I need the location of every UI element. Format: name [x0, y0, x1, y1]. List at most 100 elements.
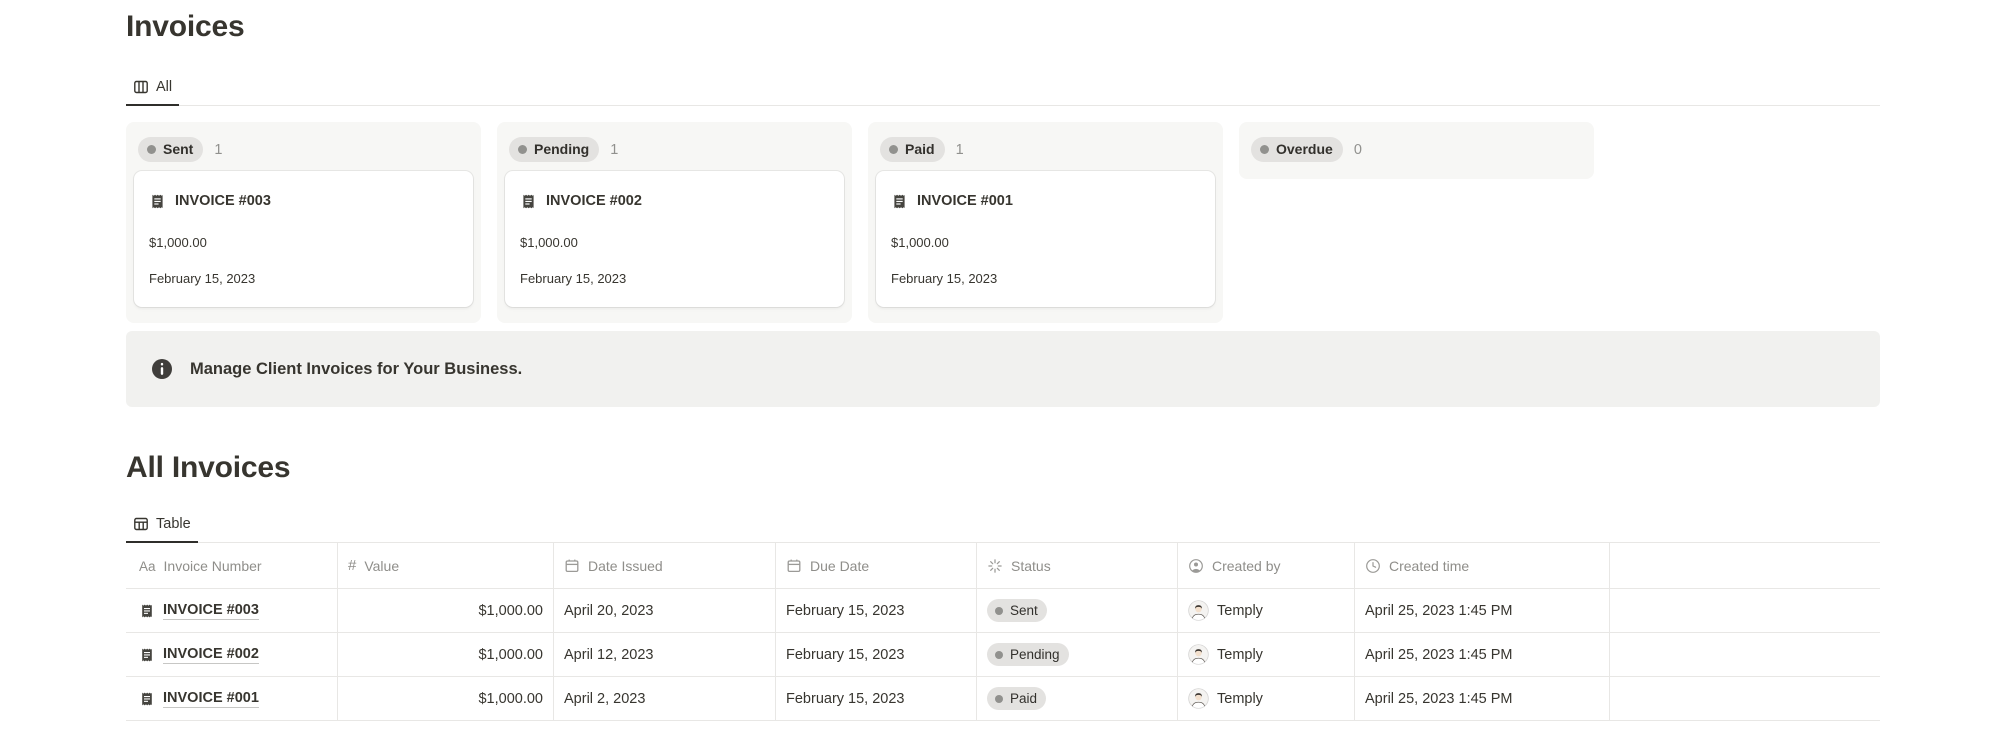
cell-created-time[interactable]: April 25, 2023 1:45 PM [1355, 633, 1610, 676]
cell-empty [1610, 677, 1880, 720]
card-value: $1,000.00 [891, 235, 1200, 251]
cell-empty [1610, 589, 1880, 632]
card-title-row: INVOICE #001 [891, 191, 1200, 211]
column-header-due-date[interactable]: Due Date [776, 543, 977, 588]
invoice-page-link[interactable]: INVOICE #003 [163, 601, 259, 620]
status-pill-pending[interactable]: Pending [509, 137, 599, 162]
invoice-page-link[interactable]: INVOICE #002 [163, 645, 259, 664]
receipt-icon [139, 647, 155, 663]
board-column-sent: Sent 1 INVOICE #003 $1,000.00 February 1… [126, 122, 481, 323]
group-name: Paid [905, 140, 935, 159]
group-count: 0 [1354, 142, 1362, 158]
cell-invoice-number[interactable]: INVOICE #001 [126, 677, 338, 720]
column-header-date-issued[interactable]: Date Issued [554, 543, 776, 588]
cell-status[interactable]: Pending [977, 633, 1178, 676]
cell-invoice-number[interactable]: INVOICE #003 [126, 589, 338, 632]
status-dot [518, 145, 527, 154]
column-header-created-by[interactable]: Created by [1178, 543, 1355, 588]
receipt-icon [891, 193, 908, 210]
board-icon [133, 79, 149, 95]
status-pill-sent[interactable]: Sent [138, 137, 203, 162]
cell-due-date[interactable]: February 15, 2023 [776, 589, 977, 632]
status-dot [995, 607, 1003, 615]
calendar-icon [564, 558, 580, 574]
card-title-row: INVOICE #003 [149, 191, 458, 211]
cell-date-issued[interactable]: April 20, 2023 [554, 589, 776, 632]
receipt-icon [520, 193, 537, 210]
avatar [1188, 600, 1209, 621]
invoice-card[interactable]: INVOICE #003 $1,000.00 February 15, 2023 [134, 171, 473, 307]
table-row: INVOICE #001 $1,000.00 April 2, 2023 Feb… [126, 677, 1880, 721]
cell-created-time[interactable]: April 25, 2023 1:45 PM [1355, 589, 1610, 632]
card-title: INVOICE #002 [546, 191, 642, 211]
group-header: Overdue 0 [1239, 122, 1594, 171]
group-name: Pending [534, 140, 589, 159]
column-header-created-time[interactable]: Created time [1355, 543, 1610, 588]
number-property-icon [348, 557, 356, 574]
tab-label: Table [156, 516, 191, 532]
avatar [1188, 644, 1209, 665]
clock-icon [1365, 558, 1381, 574]
column-header-value[interactable]: Value [338, 543, 554, 588]
table-header-row: Invoice Number Value Date Issued Due Dat… [126, 543, 1880, 589]
card-due-date: February 15, 2023 [520, 271, 829, 287]
status-property-icon [987, 558, 1003, 574]
status-dot [1260, 145, 1269, 154]
board-section-title: Invoices [126, 8, 1880, 46]
cell-created-by[interactable]: Temply [1178, 677, 1355, 720]
group-count: 1 [214, 142, 222, 158]
cell-created-time[interactable]: April 25, 2023 1:45 PM [1355, 677, 1610, 720]
card-due-date: February 15, 2023 [891, 271, 1200, 287]
status-dot [995, 651, 1003, 659]
cell-value[interactable]: $1,000.00 [338, 589, 554, 632]
cell-status[interactable]: Sent [977, 589, 1178, 632]
cell-status[interactable]: Paid [977, 677, 1178, 720]
page-content: Invoices All Sent 1 INVOICE #003 $1,000.… [126, 8, 1880, 721]
cell-due-date[interactable]: February 15, 2023 [776, 633, 977, 676]
tab-table-view[interactable]: Table [126, 507, 198, 543]
card-value: $1,000.00 [520, 235, 829, 251]
column-header-invoice-number[interactable]: Invoice Number [126, 543, 338, 588]
kanban-board: Sent 1 INVOICE #003 $1,000.00 February 1… [126, 122, 1880, 323]
status-pill-paid[interactable]: Paid [880, 137, 945, 162]
tab-label: All [156, 79, 172, 95]
callout-banner: Manage Client Invoices for Your Business… [126, 331, 1880, 407]
column-header-empty [1610, 543, 1880, 588]
table-row: INVOICE #002 $1,000.00 April 12, 2023 Fe… [126, 633, 1880, 677]
cell-date-issued[interactable]: April 12, 2023 [554, 633, 776, 676]
column-header-status[interactable]: Status [977, 543, 1178, 588]
cell-due-date[interactable]: February 15, 2023 [776, 677, 977, 720]
status-pill-overdue[interactable]: Overdue [1251, 137, 1343, 162]
card-title: INVOICE #001 [917, 191, 1013, 211]
invoices-table: Invoice Number Value Date Issued Due Dat… [126, 543, 1880, 721]
group-name: Sent [163, 140, 193, 159]
avatar [1188, 688, 1209, 709]
person-icon [1188, 558, 1204, 574]
table-row: INVOICE #003 $1,000.00 April 20, 2023 Fe… [126, 589, 1880, 633]
callout-text: Manage Client Invoices for Your Business… [190, 357, 522, 381]
status-dot [995, 695, 1003, 703]
cell-value[interactable]: $1,000.00 [338, 677, 554, 720]
calendar-icon [786, 558, 802, 574]
invoice-card[interactable]: INVOICE #001 $1,000.00 February 15, 2023 [876, 171, 1215, 307]
card-title: INVOICE #003 [175, 191, 271, 211]
table-icon [133, 516, 149, 532]
table-body: INVOICE #003 $1,000.00 April 20, 2023 Fe… [126, 589, 1880, 721]
cell-created-by[interactable]: Temply [1178, 633, 1355, 676]
invoice-card[interactable]: INVOICE #002 $1,000.00 February 15, 2023 [505, 171, 844, 307]
receipt-icon [139, 603, 155, 619]
cell-created-by[interactable]: Temply [1178, 589, 1355, 632]
invoice-page-link[interactable]: INVOICE #001 [163, 689, 259, 708]
status-pill-paid: Paid [987, 687, 1046, 710]
text-property-icon [139, 558, 156, 574]
tab-all-board-view[interactable]: All [126, 70, 179, 106]
cell-invoice-number[interactable]: INVOICE #002 [126, 633, 338, 676]
status-dot [889, 145, 898, 154]
group-header: Sent 1 [126, 122, 481, 171]
cell-date-issued[interactable]: April 2, 2023 [554, 677, 776, 720]
cell-value[interactable]: $1,000.00 [338, 633, 554, 676]
group-header: Paid 1 [868, 122, 1223, 171]
card-value: $1,000.00 [149, 235, 458, 251]
card-title-row: INVOICE #002 [520, 191, 829, 211]
board-column-paid: Paid 1 INVOICE #001 $1,000.00 February 1… [868, 122, 1223, 323]
